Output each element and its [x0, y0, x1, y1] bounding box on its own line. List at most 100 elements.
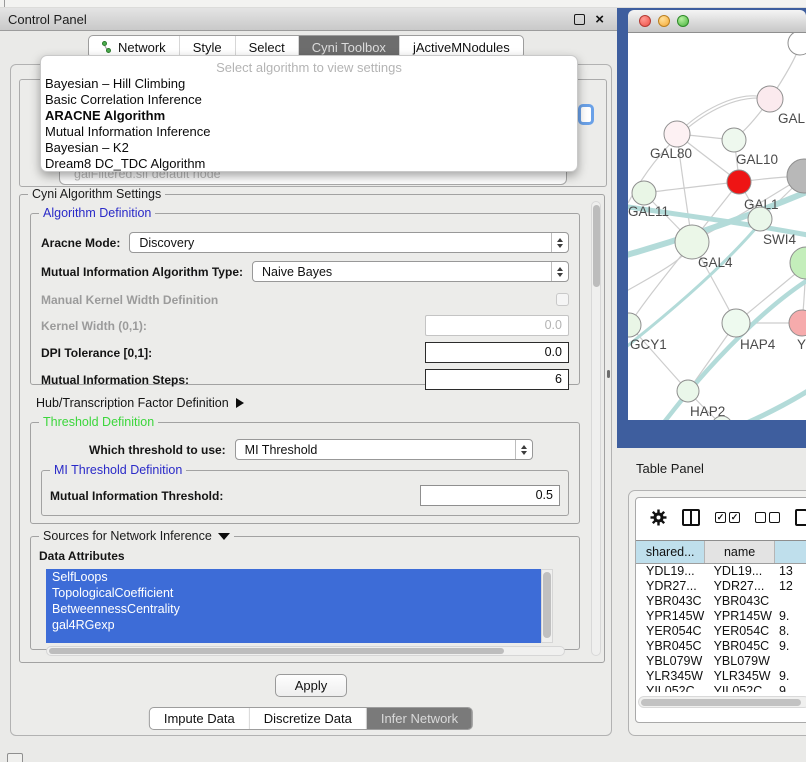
- attribute-item[interactable]: gal4RGexp: [46, 617, 541, 633]
- network-node-gal80[interactable]: [664, 121, 690, 147]
- panel-splitter-handle[interactable]: [607, 370, 610, 378]
- table-cell[interactable]: YIL052C: [636, 684, 706, 692]
- attribute-item[interactable]: BetweennessCentrality: [46, 601, 541, 617]
- document-icon[interactable]: [795, 509, 806, 526]
- table-cell[interactable]: YBL079W: [636, 654, 706, 669]
- table-row[interactable]: YDL19...YDL19...13: [636, 564, 806, 579]
- network-node[interactable]: [787, 159, 806, 193]
- table-cell[interactable]: YBR045C: [706, 639, 775, 654]
- mi-threshold-field[interactable]: 0.5: [420, 485, 560, 506]
- table-cell[interactable]: 13: [775, 564, 806, 579]
- attributes-hscrollbar-thumb[interactable]: [49, 648, 504, 654]
- apply-button[interactable]: Apply: [275, 674, 347, 697]
- dropdown-option[interactable]: Bayesian – Hill Climbing: [41, 76, 577, 92]
- table-row[interactable]: YIL052CYIL052C9: [636, 684, 806, 692]
- bottom-tab-infer-network[interactable]: Infer Network: [367, 708, 472, 729]
- zoom-traffic-light-icon[interactable]: [677, 15, 689, 27]
- table-cell[interactable]: YPR145W: [636, 609, 706, 624]
- table-row[interactable]: YBL079WYBL079W: [636, 654, 806, 669]
- table-row[interactable]: YPR145WYPR145W9.: [636, 609, 806, 624]
- dropdown-option[interactable]: Bayesian – K2: [41, 140, 577, 156]
- network-node-gal11[interactable]: [632, 181, 656, 205]
- attribute-item-partial[interactable]: [46, 633, 541, 643]
- table-cell[interactable]: YIL052C: [706, 684, 775, 692]
- table-cell[interactable]: YBR045C: [636, 639, 706, 654]
- table-cell[interactable]: YER054C: [706, 624, 775, 639]
- table-cell[interactable]: YDR27...: [636, 579, 706, 594]
- table-hscrollbar-thumb[interactable]: [641, 699, 801, 706]
- attributes-vscrollbar[interactable]: [541, 569, 553, 643]
- dpi-tolerance-field[interactable]: 0.0: [425, 342, 569, 363]
- attribute-item[interactable]: SelfLoops: [46, 569, 541, 585]
- table-cell[interactable]: YDL19...: [706, 564, 775, 579]
- table-column-header[interactable]: [775, 541, 806, 563]
- table-cell[interactable]: YLR345W: [636, 669, 706, 684]
- minimized-panel-icon[interactable]: [7, 753, 23, 762]
- close-traffic-light-icon[interactable]: [639, 15, 651, 27]
- stepper-arrows-icon[interactable]: [551, 233, 568, 252]
- table-cell[interactable]: YDR27...: [706, 579, 775, 594]
- network-node-gcy1[interactable]: [628, 313, 641, 337]
- table-column-header[interactable]: shared...: [636, 541, 705, 563]
- aracne-mode-combobox[interactable]: Discovery: [129, 232, 569, 253]
- table-cell[interactable]: 9.: [775, 669, 806, 684]
- dropdown-option[interactable]: Dream8 DC_TDC Algorithm: [41, 156, 577, 172]
- table-row[interactable]: YBR043CYBR043C: [636, 594, 806, 609]
- network-node-gal4[interactable]: [675, 225, 709, 259]
- unchecked-pair-icon[interactable]: [755, 512, 780, 523]
- table-row[interactable]: YDR27...YDR27...12: [636, 579, 806, 594]
- network-node[interactable]: [788, 33, 806, 55]
- table-hscrollbar[interactable]: [638, 696, 806, 708]
- network-canvas[interactable]: GALGAL80GAL10GAL1GAL11SWI4GAL4GCY1HAP4YH…: [628, 33, 806, 420]
- attributes-hscrollbar[interactable]: [46, 646, 565, 656]
- table-cell[interactable]: 12: [775, 579, 806, 594]
- which-threshold-combobox[interactable]: MI Threshold: [235, 439, 533, 460]
- hub-definition-expander[interactable]: Hub/Transcription Factor Definition: [36, 394, 580, 412]
- collapse-down-icon[interactable]: [218, 533, 230, 540]
- network-node-gal1[interactable]: [727, 170, 751, 194]
- table-cell[interactable]: YPR145W: [706, 609, 775, 624]
- table-cell[interactable]: 8.: [775, 624, 806, 639]
- table-column-header[interactable]: name: [705, 541, 774, 563]
- settings-scrollbar-thumb[interactable]: [593, 205, 600, 287]
- table-cell[interactable]: [775, 654, 806, 669]
- gear-icon[interactable]: [650, 509, 667, 526]
- network-node-gal[interactable]: [757, 86, 783, 112]
- network-node-hap4[interactable]: [722, 309, 750, 337]
- network-window-titlebar[interactable]: [628, 10, 806, 33]
- table-cell[interactable]: YBR043C: [706, 594, 775, 609]
- float-window-icon[interactable]: [574, 14, 585, 25]
- table-cell[interactable]: 9.: [775, 609, 806, 624]
- split-columns-icon[interactable]: [682, 509, 700, 526]
- network-node-y[interactable]: [789, 310, 806, 336]
- attributes-vscrollbar-thumb[interactable]: [543, 572, 551, 638]
- attribute-item[interactable]: TopologicalCoefficient: [46, 585, 541, 601]
- table-cell[interactable]: YLR345W: [706, 669, 775, 684]
- network-node-swi4[interactable]: [748, 207, 772, 231]
- stepper-arrows-icon[interactable]: [551, 262, 568, 281]
- table-row[interactable]: YBR045CYBR045C9.: [636, 639, 806, 654]
- table-cell[interactable]: YBL079W: [706, 654, 775, 669]
- settings-scrollbar[interactable]: [591, 201, 601, 656]
- table-cell[interactable]: YER054C: [636, 624, 706, 639]
- algorithm-dropdown[interactable]: Select algorithm to view settings Bayesi…: [40, 55, 578, 172]
- dropdown-option[interactable]: Basic Correlation Inference: [41, 92, 577, 108]
- kernel-width-field[interactable]: 0.0: [425, 315, 569, 336]
- dropdown-option[interactable]: Mutual Information Inference: [41, 124, 577, 140]
- manual-kernel-checkbox[interactable]: [556, 293, 569, 306]
- data-attributes-list[interactable]: SelfLoopsTopologicalCoefficientBetweenne…: [46, 569, 541, 643]
- checked-pair-icon[interactable]: ✓✓: [715, 512, 740, 523]
- network-node-gal10[interactable]: [722, 128, 746, 152]
- table-row[interactable]: YER054CYER054C8.: [636, 624, 806, 639]
- table-row[interactable]: YLR345WYLR345W9.: [636, 669, 806, 684]
- network-node-hap2[interactable]: [677, 380, 699, 402]
- mi-type-combobox[interactable]: Naive Bayes: [252, 261, 569, 282]
- algorithm-combobox-focus-ring[interactable]: [578, 104, 594, 125]
- network-node[interactable]: [790, 247, 806, 279]
- table-cell[interactable]: 9.: [775, 639, 806, 654]
- bottom-tab-impute-data[interactable]: Impute Data: [150, 708, 250, 729]
- stepper-arrows-icon[interactable]: [515, 440, 532, 459]
- bottom-tab-discretize-data[interactable]: Discretize Data: [250, 708, 367, 729]
- table-cell[interactable]: [775, 594, 806, 609]
- minimize-traffic-light-icon[interactable]: [658, 15, 670, 27]
